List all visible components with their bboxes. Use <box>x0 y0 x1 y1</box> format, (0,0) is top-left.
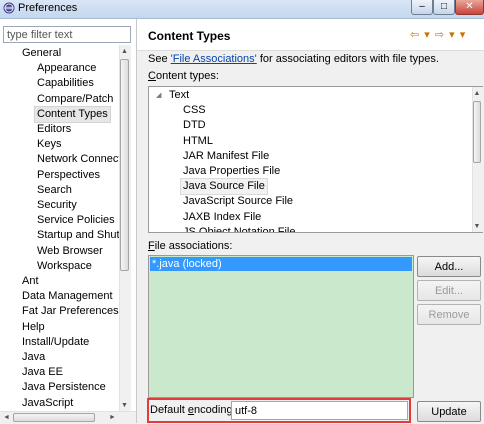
maximize-icon: □ <box>440 1 448 12</box>
history-nav-icon[interactable]: ⇦ ▾ ⇨ ▾ ▾ <box>410 28 466 41</box>
window-title: Preferences <box>18 2 78 14</box>
tree-item[interactable]: Java <box>22 350 45 365</box>
content-types-label: Content types: <box>148 70 219 82</box>
content-type-item[interactable]: Text <box>169 88 189 103</box>
scroll-down-icon[interactable]: ▼ <box>119 401 130 410</box>
list-item[interactable]: *.java (locked) <box>150 257 412 271</box>
content-type-item[interactable]: Java Source File <box>180 178 268 196</box>
tree-item[interactable]: General <box>22 46 61 61</box>
add-button[interactable]: Add... <box>417 256 481 277</box>
tree-item[interactable]: Service Policies <box>37 213 115 228</box>
ct-scroll-down-icon[interactable]: ▼ <box>472 222 482 231</box>
preference-tree: General Appearance Capabilities Compare/Pat… <box>0 45 119 411</box>
scroll-up-icon[interactable]: ▲ <box>119 47 130 56</box>
remove-button[interactable]: Remove <box>417 304 481 325</box>
tree-item[interactable]: Keys <box>37 137 61 152</box>
collapse-icon[interactable]: ◢ <box>156 88 161 103</box>
tree-scroll-thumb[interactable] <box>120 59 129 271</box>
tree-item[interactable]: Workspace <box>37 259 92 274</box>
tree-item[interactable]: Capabilities <box>37 76 94 91</box>
file-associations-list[interactable] <box>148 255 414 398</box>
default-encoding-field[interactable] <box>231 401 408 420</box>
tree-item[interactable]: Ant <box>22 274 39 289</box>
filter-input[interactable] <box>3 26 131 43</box>
close-icon: ✕ <box>465 1 474 12</box>
scroll-right-icon[interactable]: ► <box>108 413 117 422</box>
update-button[interactable]: Update <box>417 401 481 422</box>
content-type-item[interactable]: JAXB Index File <box>183 210 261 225</box>
content-type-item[interactable]: Java Properties File <box>183 164 280 179</box>
content-types-label-rest: ontent types: <box>155 70 219 82</box>
tree-item[interactable]: Security <box>37 198 77 213</box>
tree-item[interactable]: Web Browser <box>37 244 103 259</box>
default-encoding-label: Default encoding: <box>150 404 236 416</box>
tree-item[interactable]: Java Persistence <box>22 380 106 395</box>
minimize-icon: – <box>419 1 425 12</box>
ct-scroll-up-icon[interactable]: ▲ <box>472 89 482 98</box>
hint-prefix: See <box>148 53 171 65</box>
tree-item[interactable]: Perspectives <box>37 168 100 183</box>
tree-item[interactable]: JavaScript <box>22 396 73 411</box>
content-types-tree[interactable]: ◢ Text CSS DTD HTML JAR Manifest File Java Pro… <box>148 86 483 233</box>
content-type-item[interactable]: HTML <box>183 134 213 149</box>
content-types-mnemonic: C <box>148 70 156 82</box>
hint-suffix: for associating editors with file types. <box>256 53 439 65</box>
encoding-label-post: ncoding: <box>194 404 236 416</box>
edit-button[interactable]: Edit... <box>417 280 481 301</box>
tree-item[interactable]: Data Management <box>22 289 113 304</box>
minimize-button[interactable]: – <box>411 0 433 15</box>
content-types-scroll-thumb[interactable] <box>473 101 481 163</box>
content-type-item[interactable]: JavaScript Source File <box>183 194 293 209</box>
content-type-item[interactable]: JAR Manifest File <box>183 149 269 164</box>
tree-hscroll-thumb[interactable] <box>13 413 95 422</box>
tree-item[interactable]: Content Types <box>34 105 111 123</box>
tree-item[interactable]: Startup and Shutd <box>37 228 119 243</box>
page-title: Content Types <box>148 29 231 43</box>
tree-item[interactable]: Help <box>22 320 45 335</box>
content-type-item[interactable]: DTD <box>183 118 206 133</box>
content-type-item[interactable]: JS Object Notation File <box>183 225 296 232</box>
tree-item[interactable]: Java EE <box>22 365 63 380</box>
file-associations-label-rest: ile associations: <box>154 240 233 252</box>
tree-item[interactable]: Install/Update <box>22 335 89 350</box>
tree-item[interactable]: Appearance <box>37 61 96 76</box>
file-associations-label: File associations: <box>148 240 232 252</box>
file-associations-mnemonic: F <box>148 240 155 252</box>
tree-item[interactable]: Compare/Patch <box>37 92 113 107</box>
maximize-button[interactable]: □ <box>433 0 455 15</box>
content-type-item[interactable]: CSS <box>183 103 206 118</box>
tree-item[interactable]: Editors <box>37 122 71 137</box>
tree-item[interactable]: Network Connecti <box>37 152 119 167</box>
close-button[interactable]: ✕ <box>455 0 484 15</box>
scroll-left-icon[interactable]: ◄ <box>2 413 11 422</box>
eclipse-icon <box>3 2 15 14</box>
file-associations-hint: See 'File Associations' for associating … <box>148 53 439 65</box>
tree-item[interactable]: Search <box>37 183 72 198</box>
file-associations-link[interactable]: 'File Associations' <box>171 53 257 65</box>
tree-item[interactable]: Fat Jar Preferences <box>22 304 119 319</box>
encoding-label-pre: Default <box>150 404 188 416</box>
